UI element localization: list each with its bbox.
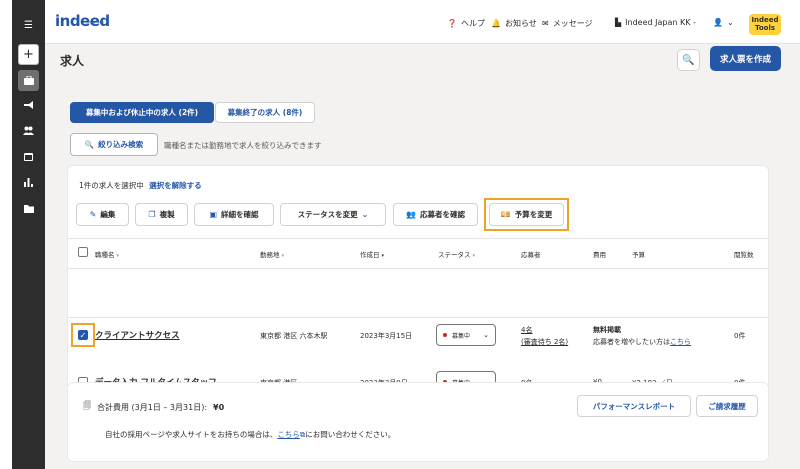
job-title-link[interactable]: クライアントサクセス	[95, 329, 180, 341]
envelope-icon: ✉	[542, 19, 549, 28]
divider	[68, 238, 768, 239]
column-header-budget: 予算	[632, 251, 645, 259]
filter-hint: 職種名または勤務地で求人を絞り込みできます	[164, 141, 322, 150]
row-checkbox[interactable]: ✓	[78, 330, 88, 340]
applicants-link[interactable]: 4名	[521, 325, 532, 335]
indeed-logo[interactable]: インディード indeed	[55, 12, 110, 30]
folder-icon[interactable]	[18, 198, 39, 219]
duplicate-button[interactable]: ❐ 複製	[135, 203, 188, 226]
left-margin	[0, 0, 12, 469]
people-icon[interactable]	[18, 120, 39, 141]
chevron-down-icon: ⌄	[726, 18, 734, 27]
main-content: 求人 🔍 求人票を作成 募集中および休止中の求人 (2件) 募集終了の求人 (8…	[45, 44, 800, 469]
clear-selection-link[interactable]: 選択を解除する	[149, 181, 202, 190]
people-icon: 👥	[406, 210, 416, 219]
megaphone-icon[interactable]	[18, 95, 39, 116]
calendar-icon[interactable]	[18, 146, 39, 167]
views-count: 0件	[734, 332, 746, 340]
sidebar: ☰ +	[12, 0, 45, 469]
budget-upsell-link[interactable]: こちら	[670, 338, 691, 346]
sort-icon: ▾	[381, 253, 385, 259]
help-icon: ❓	[447, 19, 457, 28]
briefcase-icon[interactable]	[18, 70, 39, 91]
copy-icon: ❐	[148, 210, 156, 219]
column-header-created[interactable]: 作成日 ▾	[360, 249, 384, 259]
messages-link[interactable]: ✉ メッセージ	[542, 18, 593, 29]
sort-icon: ▾	[116, 253, 120, 259]
column-header-status[interactable]: ステータス ▾	[438, 249, 475, 259]
contact-link[interactable]: こちら	[277, 430, 300, 439]
divider	[68, 317, 768, 318]
sort-icon: ▾	[281, 253, 285, 259]
account-menu[interactable]: 👤 ⌄	[713, 18, 734, 27]
search-icon: 🔍	[682, 54, 695, 66]
status-dropdown[interactable]: 募集中 ⌄	[436, 324, 496, 346]
selection-status: 1件の求人を選択中 選択を解除する	[79, 181, 202, 190]
pencil-icon: ✎	[89, 210, 97, 219]
briefcase-icon: ▣	[209, 210, 218, 219]
performance-report-button[interactable]: パフォーマンスレポート	[577, 395, 691, 417]
tab-open-jobs[interactable]: 募集中および休止中の求人 (2件)	[70, 102, 214, 123]
indeed-tools-button[interactable]: Indeed Tools	[749, 14, 781, 35]
column-header-applicants: 応募者	[521, 251, 541, 259]
sort-icon: ▾	[472, 253, 476, 259]
pending-applicants-link[interactable]: (審査待ち 2名)	[521, 337, 568, 347]
view-applicants-button[interactable]: 👥 応募者を確認	[393, 203, 478, 226]
notifications-link[interactable]: 🔔 お知らせ	[491, 18, 537, 29]
select-all-checkbox[interactable]	[78, 247, 88, 257]
filter-search-button[interactable]: 🔍 絞り込み検索	[70, 133, 158, 156]
column-header-cost: 費用	[593, 251, 606, 259]
edit-button[interactable]: ✎ 編集	[76, 203, 129, 226]
column-header-views: 閲覧数	[734, 251, 754, 259]
tab-closed-jobs[interactable]: 募集終了の求人 (8件)	[215, 102, 315, 123]
billing-history-button[interactable]: ご請求履歴	[696, 395, 758, 417]
menu-icon[interactable]: ☰	[18, 15, 39, 36]
jobs-table-card: 1件の求人を選択中 選択を解除する ✎ 編集 ❐ 複製 ▣ 詳細を確認 ステータ…	[67, 165, 769, 403]
search-icon: 🔍	[84, 140, 95, 149]
chevron-down-icon: ⌄	[361, 210, 369, 219]
bell-icon: 🔔	[491, 19, 501, 28]
add-icon[interactable]: +	[18, 44, 39, 65]
change-budget-button[interactable]: 💴 予算を変更	[489, 203, 564, 226]
search-button[interactable]: 🔍	[677, 49, 700, 71]
column-header-location[interactable]: 勤務地 ▾	[260, 249, 284, 259]
status-dot	[443, 333, 447, 337]
job-created-date: 2023年3月15日	[360, 332, 413, 340]
bar-chart-icon[interactable]	[18, 172, 39, 193]
user-icon: 👤	[713, 18, 723, 27]
money-icon: 💴	[500, 210, 511, 219]
building-icon: ▙	[615, 18, 622, 27]
change-status-button[interactable]: ステータスを変更 ⌄	[280, 203, 386, 226]
divider	[68, 268, 768, 269]
page-title: 求人	[60, 54, 85, 68]
budget-upsell: 応募者を増やしたい方はこちら	[593, 338, 691, 346]
cost-value: 無料掲載	[593, 326, 621, 334]
column-header-title[interactable]: 職種名 ▾	[95, 249, 119, 259]
chevron-down-icon: ⌄	[483, 331, 489, 339]
report-icon: 🗐	[83, 401, 91, 410]
cost-summary-card: 🗐 合計費用 (3月1日 – 3月31日): ¥0 パフォーマンスレポート ご請…	[67, 382, 769, 462]
help-link[interactable]: ❓ ヘルプ	[447, 18, 485, 29]
total-cost: 🗐 合計費用 (3月1日 – 3月31日): ¥0	[83, 400, 224, 414]
create-job-button[interactable]: 求人票を作成	[710, 46, 781, 71]
contact-note: 自社の採用ページや求人サイトをお持ちの場合は、こちら⧉にお問い合わせください。	[105, 430, 396, 439]
top-bar: インディード indeed ❓ ヘルプ 🔔 お知らせ ✉ メッセージ ▙ Ind…	[45, 0, 800, 44]
company-switcher[interactable]: ▙ Indeed Japan KK -	[615, 18, 696, 27]
view-details-button[interactable]: ▣ 詳細を確認	[194, 203, 274, 226]
job-location: 東京都 港区 六本木駅	[260, 332, 328, 340]
